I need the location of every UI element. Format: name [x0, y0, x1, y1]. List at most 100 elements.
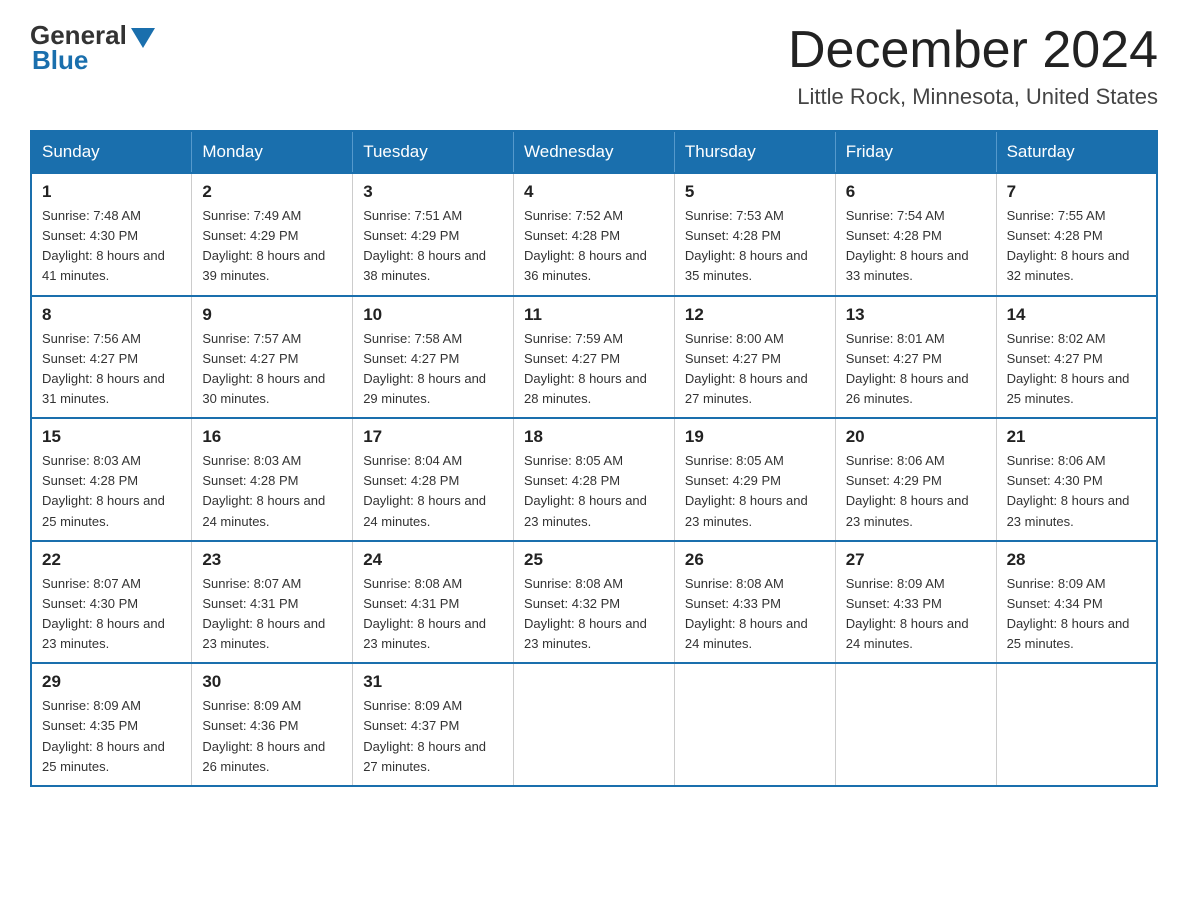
day-number: 10 [363, 305, 503, 325]
table-row: 3 Sunrise: 7:51 AMSunset: 4:29 PMDaylight… [353, 173, 514, 296]
day-number: 20 [846, 427, 986, 447]
day-number: 12 [685, 305, 825, 325]
day-info: Sunrise: 8:08 AMSunset: 4:32 PMDaylight:… [524, 574, 664, 655]
col-tuesday: Tuesday [353, 131, 514, 173]
day-info: Sunrise: 7:51 AMSunset: 4:29 PMDaylight:… [363, 206, 503, 287]
table-row: 12Sunrise: 8:00 AMSunset: 4:27 PMDayligh… [674, 296, 835, 419]
table-row: 24 Sunrise: 8:08 AMSunset: 4:31 PMDayligh… [353, 541, 514, 664]
day-info: Sunrise: 8:07 AMSunset: 4:31 PMDaylight:… [202, 574, 342, 655]
day-info: Sunrise: 8:06 AMSunset: 4:30 PMDaylight:… [1007, 451, 1146, 532]
col-friday: Friday [835, 131, 996, 173]
day-info: Sunrise: 8:05 AMSunset: 4:28 PMDaylight:… [524, 451, 664, 532]
table-row: 8 Sunrise: 7:56 AMSunset: 4:27 PMDaylight… [31, 296, 192, 419]
day-number: 14 [1007, 305, 1146, 325]
table-row: 31Sunrise: 8:09 AMSunset: 4:37 PMDayligh… [353, 663, 514, 786]
col-wednesday: Wednesday [514, 131, 675, 173]
table-row: 30 Sunrise: 8:09 AMSunset: 4:36 PMDayligh… [192, 663, 353, 786]
day-info: Sunrise: 8:03 AMSunset: 4:28 PMDaylight:… [42, 451, 181, 532]
table-row [996, 663, 1157, 786]
day-number: 21 [1007, 427, 1146, 447]
day-info: Sunrise: 7:57 AMSunset: 4:27 PMDaylight:… [202, 329, 342, 410]
table-row: 25 Sunrise: 8:08 AMSunset: 4:32 PMDayligh… [514, 541, 675, 664]
day-info: Sunrise: 8:09 AMSunset: 4:34 PMDaylight:… [1007, 574, 1146, 655]
day-number: 9 [202, 305, 342, 325]
day-info: Sunrise: 8:07 AMSunset: 4:30 PMDaylight:… [42, 574, 181, 655]
table-row [835, 663, 996, 786]
day-number: 1 [42, 182, 181, 202]
table-row: 22 Sunrise: 8:07 AMSunset: 4:30 PMDayligh… [31, 541, 192, 664]
day-info: Sunrise: 7:49 AMSunset: 4:29 PMDaylight:… [202, 206, 342, 287]
day-number: 11 [524, 305, 664, 325]
logo-triangle-icon [131, 28, 155, 48]
day-info: Sunrise: 8:03 AMSunset: 4:28 PMDaylight:… [202, 451, 342, 532]
calendar-week-row: 22 Sunrise: 8:07 AMSunset: 4:30 PMDayligh… [31, 541, 1157, 664]
logo: General Blue [30, 20, 155, 76]
table-row: 27 Sunrise: 8:09 AMSunset: 4:33 PMDayligh… [835, 541, 996, 664]
table-row: 10 Sunrise: 7:58 AMSunset: 4:27 PMDayligh… [353, 296, 514, 419]
table-row: 23Sunrise: 8:07 AMSunset: 4:31 PMDayligh… [192, 541, 353, 664]
day-number: 6 [846, 182, 986, 202]
day-number: 24 [363, 550, 503, 570]
table-row: 6Sunrise: 7:54 AMSunset: 4:28 PMDaylight… [835, 173, 996, 296]
title-section: December 2024 Little Rock, Minnesota, Un… [788, 20, 1158, 110]
table-row: 1 Sunrise: 7:48 AMSunset: 4:30 PMDaylight… [31, 173, 192, 296]
day-number: 30 [202, 672, 342, 692]
table-row: 29 Sunrise: 8:09 AMSunset: 4:35 PMDayligh… [31, 663, 192, 786]
day-info: Sunrise: 7:58 AMSunset: 4:27 PMDaylight:… [363, 329, 503, 410]
table-row: 9 Sunrise: 7:57 AMSunset: 4:27 PMDaylight… [192, 296, 353, 419]
table-row: 21 Sunrise: 8:06 AMSunset: 4:30 PMDayligh… [996, 418, 1157, 541]
logo-blue-text: Blue [32, 45, 88, 76]
day-number: 7 [1007, 182, 1146, 202]
day-number: 8 [42, 305, 181, 325]
day-number: 3 [363, 182, 503, 202]
table-row: 14 Sunrise: 8:02 AMSunset: 4:27 PMDayligh… [996, 296, 1157, 419]
day-number: 25 [524, 550, 664, 570]
day-info: Sunrise: 8:04 AMSunset: 4:28 PMDaylight:… [363, 451, 503, 532]
day-number: 27 [846, 550, 986, 570]
day-number: 17 [363, 427, 503, 447]
col-thursday: Thursday [674, 131, 835, 173]
day-info: Sunrise: 7:52 AMSunset: 4:28 PMDaylight:… [524, 206, 664, 287]
day-info: Sunrise: 8:02 AMSunset: 4:27 PMDaylight:… [1007, 329, 1146, 410]
table-row: 13 Sunrise: 8:01 AMSunset: 4:27 PMDayligh… [835, 296, 996, 419]
table-row: 4Sunrise: 7:52 AMSunset: 4:28 PMDaylight… [514, 173, 675, 296]
day-info: Sunrise: 8:09 AMSunset: 4:36 PMDaylight:… [202, 696, 342, 777]
day-info: Sunrise: 8:08 AMSunset: 4:33 PMDaylight:… [685, 574, 825, 655]
calendar-week-row: 8 Sunrise: 7:56 AMSunset: 4:27 PMDaylight… [31, 296, 1157, 419]
day-number: 5 [685, 182, 825, 202]
table-row: 20Sunrise: 8:06 AMSunset: 4:29 PMDayligh… [835, 418, 996, 541]
day-number: 19 [685, 427, 825, 447]
day-number: 18 [524, 427, 664, 447]
day-number: 2 [202, 182, 342, 202]
day-number: 26 [685, 550, 825, 570]
table-row [674, 663, 835, 786]
day-info: Sunrise: 7:56 AMSunset: 4:27 PMDaylight:… [42, 329, 181, 410]
day-info: Sunrise: 8:01 AMSunset: 4:27 PMDaylight:… [846, 329, 986, 410]
table-row: 26 Sunrise: 8:08 AMSunset: 4:33 PMDayligh… [674, 541, 835, 664]
day-number: 13 [846, 305, 986, 325]
day-number: 22 [42, 550, 181, 570]
day-number: 15 [42, 427, 181, 447]
col-monday: Monday [192, 131, 353, 173]
calendar-week-row: 1 Sunrise: 7:48 AMSunset: 4:30 PMDaylight… [31, 173, 1157, 296]
table-row: 7Sunrise: 7:55 AMSunset: 4:28 PMDaylight… [996, 173, 1157, 296]
calendar-header-row: Sunday Monday Tuesday Wednesday Thursday… [31, 131, 1157, 173]
day-info: Sunrise: 8:09 AMSunset: 4:35 PMDaylight:… [42, 696, 181, 777]
day-info: Sunrise: 8:05 AMSunset: 4:29 PMDaylight:… [685, 451, 825, 532]
calendar-week-row: 29 Sunrise: 8:09 AMSunset: 4:35 PMDayligh… [31, 663, 1157, 786]
table-row: 19 Sunrise: 8:05 AMSunset: 4:29 PMDayligh… [674, 418, 835, 541]
day-info: Sunrise: 7:53 AMSunset: 4:28 PMDaylight:… [685, 206, 825, 287]
col-sunday: Sunday [31, 131, 192, 173]
table-row: 11Sunrise: 7:59 AMSunset: 4:27 PMDayligh… [514, 296, 675, 419]
day-number: 29 [42, 672, 181, 692]
day-info: Sunrise: 8:08 AMSunset: 4:31 PMDaylight:… [363, 574, 503, 655]
day-info: Sunrise: 8:09 AMSunset: 4:37 PMDaylight:… [363, 696, 503, 777]
table-row: 28Sunrise: 8:09 AMSunset: 4:34 PMDayligh… [996, 541, 1157, 664]
col-saturday: Saturday [996, 131, 1157, 173]
day-number: 16 [202, 427, 342, 447]
table-row: 16 Sunrise: 8:03 AMSunset: 4:28 PMDayligh… [192, 418, 353, 541]
day-info: Sunrise: 8:09 AMSunset: 4:33 PMDaylight:… [846, 574, 986, 655]
month-title: December 2024 [788, 20, 1158, 80]
day-info: Sunrise: 7:48 AMSunset: 4:30 PMDaylight:… [42, 206, 181, 287]
table-row: 18 Sunrise: 8:05 AMSunset: 4:28 PMDayligh… [514, 418, 675, 541]
